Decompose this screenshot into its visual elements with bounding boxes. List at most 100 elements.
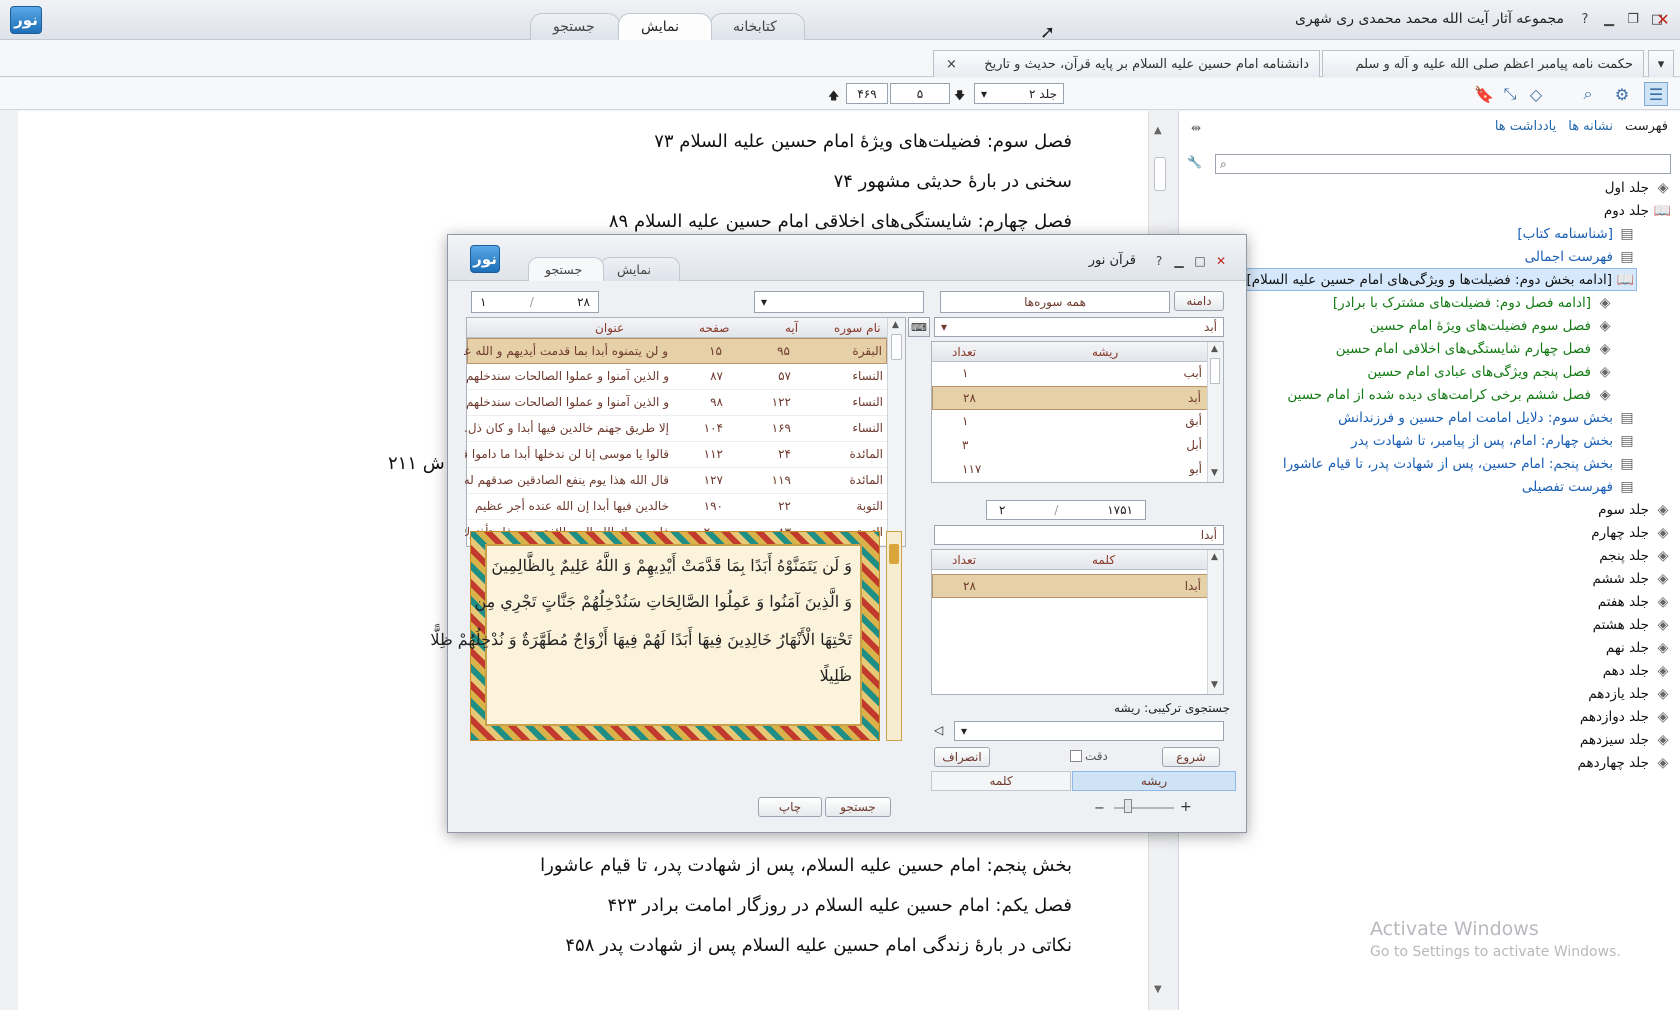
dialog-help-icon[interactable]: ?	[1150, 252, 1168, 270]
page-input[interactable]: ۵	[890, 83, 950, 104]
dialog-minimize-button[interactable]: ▁	[1170, 252, 1188, 270]
toc-search-input[interactable]: ⌕	[1215, 154, 1671, 174]
panel-toggle-icon[interactable]: ⇹	[1191, 121, 1201, 135]
volume-select[interactable]: ▾ جلد ۲	[974, 83, 1064, 104]
toc-line[interactable]: فصل یکم: امام حسین علیه السلام در روزگار…	[608, 895, 1073, 916]
toc-line[interactable]: سخنی در بارهٔ حدیثی مشهور ۷۴	[834, 171, 1072, 192]
toc-tree-item[interactable]: ▤ بخش پنجم: امام حسین، پس از شهادت پدر، ت…	[1281, 452, 1637, 475]
scroll-thumb[interactable]	[1210, 358, 1220, 384]
tab-toc[interactable]: فهرست	[1625, 119, 1668, 134]
root-input[interactable]: ▾ أبد	[934, 317, 1224, 337]
scroll-thumb[interactable]	[889, 544, 899, 564]
toc-tree-item[interactable]: ◈ جلد اول	[1603, 176, 1673, 199]
zoom-out-icon[interactable]: −	[1094, 801, 1105, 816]
dialog-tab-display[interactable]: نمایش	[600, 257, 680, 281]
toc-tree-item[interactable]: ▤ فهرست اجمالی	[1523, 245, 1637, 268]
result-row[interactable]: المائدة ۱۱۹ ۱۲۷ قال الله هذا یوم ینفع الصاد…	[465, 468, 887, 494]
toc-tree-item[interactable]: ▤ بخش سوم: دلایل امامت امام حسین و فرزندا…	[1336, 406, 1637, 429]
tab-bookmarks[interactable]: نشانه ها	[1568, 119, 1613, 134]
word-input[interactable]: أبدا	[934, 525, 1224, 545]
tab-library[interactable]: کتابخانه	[710, 13, 805, 40]
toc-tree-item[interactable]: ◈ جلد پنجم	[1597, 544, 1673, 567]
toc-tree-item[interactable]: ◈ فصل ششم برخی کرامت‌های دیده شده از امام…	[1285, 383, 1615, 406]
scroll-up-icon[interactable]: ▲	[1211, 344, 1218, 354]
toc-tree-item[interactable]: ◈ جلد سیزدهم	[1578, 728, 1673, 751]
tabs-dropdown-icon[interactable]: ▾	[1648, 50, 1674, 77]
tab-notes[interactable]: یادداشت ها	[1495, 119, 1556, 134]
root-row[interactable]: أبب ۱	[932, 362, 1208, 386]
result-row[interactable]: البقرة ۹۵ ۱۵ و لن یتمنوه أبدا بما قدمت أیدی…	[464, 338, 887, 364]
root-row[interactable]: أبو ۱۱۷	[932, 458, 1208, 482]
toc-tree-item[interactable]: ◈ جلد یازدهم	[1586, 682, 1673, 705]
toc-tree-item[interactable]: ◈ فصل چهارم شایستگی‌های اخلاقی امام حسین	[1334, 337, 1615, 360]
root-row[interactable]: أبل ۳	[932, 434, 1208, 458]
toc-tree-item[interactable]: ◈ جلد دهم	[1601, 659, 1673, 682]
quran-page-scroll[interactable]	[886, 531, 902, 741]
dialog-maximize-button[interactable]: □	[1191, 252, 1209, 270]
close-tab-icon[interactable]: ×	[944, 57, 957, 72]
scroll-thumb[interactable]	[891, 334, 902, 360]
toc-tree-item[interactable]: ◈ جلد دوازدهم	[1578, 705, 1673, 728]
exact-checkbox-group[interactable]: دقت	[1070, 749, 1108, 763]
scope-select[interactable]: همه سوره‌ها	[940, 291, 1170, 313]
minimize-button[interactable]: ▁	[1598, 8, 1620, 30]
word-row[interactable]: أبدا ۲۸	[932, 574, 1208, 598]
toc-line[interactable]: فصل چهارم: شایستگی‌های اخلاقی امام حسین …	[609, 211, 1072, 232]
roots-scrollbar[interactable]: ▲ ▼	[1207, 342, 1223, 482]
toc-line[interactable]: نکاتی در بارهٔ زندگی امام حسین علیه السل…	[565, 935, 1072, 956]
result-row[interactable]: النساء ۱۲۲ ۹۸ و الذین آمنوا و عملوا الصالحا…	[465, 390, 887, 416]
result-row[interactable]: التوبة ۲۲ ۱۹۰ خالدین فیها أبدا إن الله عنده…	[467, 494, 887, 520]
gear-icon[interactable]: ⚙	[1610, 82, 1634, 106]
layers-icon[interactable]: ◇	[1524, 82, 1548, 106]
restore-button[interactable]: ❐	[1622, 8, 1644, 30]
bookmark-icon[interactable]: 🔖	[1472, 82, 1496, 106]
results-scrollbar[interactable]: ▲ ▼	[887, 318, 905, 546]
toc-tree-item[interactable]: 📖 [ادامه بخش دوم: فضیلت‌ها و ویژگی‌های ام…	[1243, 268, 1637, 291]
back-arrow-icon[interactable]: ◁	[934, 723, 943, 737]
toc-tree-item[interactable]: ◈ جلد ششم	[1590, 567, 1673, 590]
doc-tab-imam-hussein[interactable]: دانشنامه امام حسین علیه السلام بر پایه ق…	[933, 50, 1320, 77]
toc-tree-item[interactable]: ◈ فصل پنجم ویژگی‌های عبادی امام حسین	[1365, 360, 1615, 383]
wrench-icon[interactable]: 🔧	[1187, 155, 1207, 173]
zoom-in-icon[interactable]: +	[1180, 799, 1192, 815]
toc-tree-item[interactable]: ▤ بخش چهارم: امام، پس از پیامبر، تا شهادت…	[1349, 429, 1637, 452]
scroll-down-icon[interactable]: ▼	[1211, 468, 1218, 478]
help-icon[interactable]: ?	[1574, 8, 1596, 30]
results-filter-select[interactable]: ▾	[754, 291, 924, 313]
toc-tree-item[interactable]: 📖 جلد دوم	[1602, 199, 1673, 222]
search-button[interactable]: جستجو	[825, 797, 891, 817]
result-row[interactable]: النساء ۵۷ ۸۷ و الذین آمنوا و عملوا الصالحات…	[465, 364, 887, 390]
dialog-tab-search[interactable]: جستجو	[528, 257, 604, 281]
search-icon[interactable]: ⌕	[1576, 82, 1600, 106]
scroll-up-icon[interactable]: ▲	[1211, 552, 1218, 562]
toc-line[interactable]: بخش پنجم: امام حسین علیه السلام، پس از ش…	[540, 855, 1072, 876]
tab-search[interactable]: جستجو	[530, 13, 620, 40]
zoom-slider[interactable]	[1114, 807, 1174, 809]
result-row[interactable]: النساء ۱۶۹ ۱۰۴ إلا طریق جهنم خالدین فیها أب…	[465, 416, 887, 442]
scroll-thumb[interactable]	[1154, 157, 1166, 191]
bottom-tab-word[interactable]: کلمه	[931, 771, 1071, 791]
toc-tree-item[interactable]: ◈ جلد چهارم	[1589, 521, 1673, 544]
scroll-up-icon[interactable]: ▲	[1154, 125, 1162, 136]
doc-tab-hekmat-nameh[interactable]: حکمت نامه پیامبر اعظم صلی الله علیه و آل…	[1322, 50, 1644, 77]
toc-tree-item[interactable]: ▤ فهرست تفصیلی	[1520, 475, 1637, 498]
combined-search-select[interactable]: ▾	[954, 721, 1224, 741]
root-row[interactable]: أبق ۱	[932, 410, 1208, 434]
scroll-down-icon[interactable]: ▼	[1154, 984, 1162, 995]
scroll-down-icon[interactable]: ▼	[1211, 680, 1218, 690]
zoom-slider-thumb[interactable]	[1124, 799, 1132, 813]
tab-display[interactable]: نمایش	[618, 13, 712, 40]
toc-tree-item[interactable]: ◈ [ادامه فصل دوم: فضیلت‌های مشترک با براد…	[1331, 291, 1615, 314]
toc-tree-item[interactable]: ◈ جلد هشتم	[1591, 613, 1673, 636]
print-button[interactable]: چاپ	[758, 797, 822, 817]
toc-tree-item[interactable]: ▤ [شناسنامه کتاب]	[1515, 222, 1637, 245]
arrow-down-icon[interactable]: 🡇	[954, 87, 965, 106]
list-view-icon[interactable]: ☰	[1644, 82, 1668, 106]
bottom-tab-root[interactable]: ریشه	[1072, 771, 1236, 791]
toc-line[interactable]: فصل سوم: فضیلت‌های ویژهٔ امام حسین علیه …	[654, 131, 1072, 152]
root-row[interactable]: أبد ۲۸	[932, 386, 1208, 410]
exact-checkbox[interactable]	[1070, 750, 1082, 762]
keyboard-icon[interactable]: ⌨	[908, 317, 930, 337]
result-row[interactable]: المائدة ۲۴ ۱۱۲ قالوا یا موسی إنا لن ندخلها …	[465, 442, 887, 468]
cancel-button[interactable]: انصراف	[934, 747, 990, 767]
